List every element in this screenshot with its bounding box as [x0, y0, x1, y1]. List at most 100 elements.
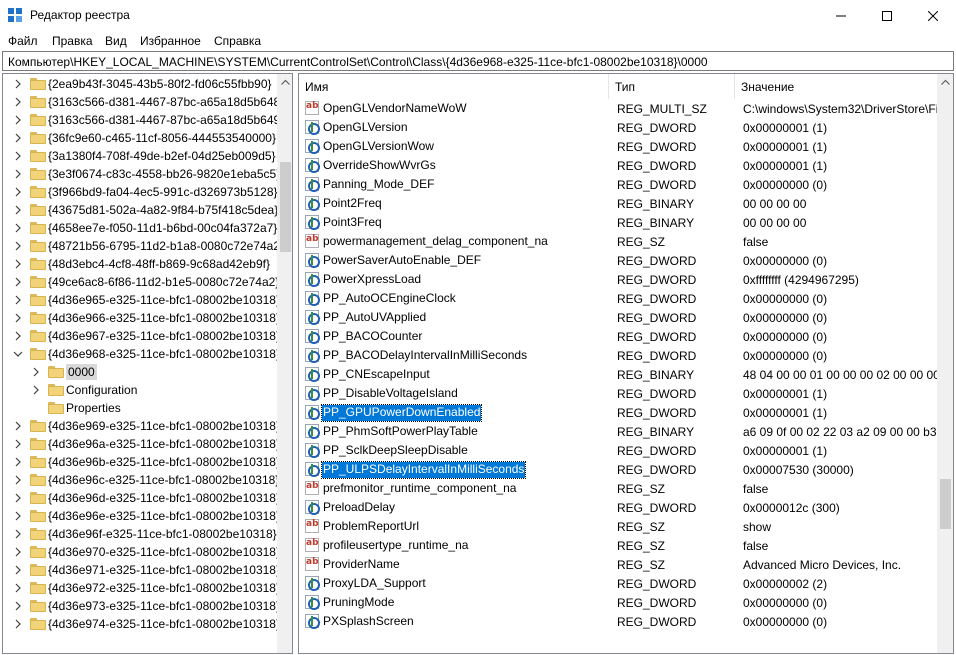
chevron-right-icon[interactable] [31, 385, 41, 395]
chevron-right-icon[interactable] [13, 439, 23, 449]
address-bar[interactable]: Компьютер\HKEY_LOCAL_MACHINE\SYSTEM\Curr… [2, 51, 954, 71]
tree-item[interactable]: {4658ee7e-f050-11d1-b6bd-00c04fa372a7} [3, 219, 277, 237]
chevron-right-icon[interactable] [13, 601, 23, 611]
menu-file[interactable]: Файл [8, 34, 38, 48]
value-row[interactable]: powermanagement_delag_component_na REG_SZ… [299, 232, 937, 251]
tree-item[interactable]: {4d36e973-e325-11ce-bfc1-08002be10318} [3, 597, 280, 615]
chevron-right-icon[interactable] [13, 79, 23, 89]
tree-item[interactable]: Properties [3, 399, 277, 417]
chevron-right-icon[interactable] [31, 367, 41, 377]
tree-item[interactable]: {4d36e971-e325-11ce-bfc1-08002be10318} [3, 561, 280, 579]
tree-item[interactable]: {4d36e968-e325-11ce-bfc1-08002be10318} [3, 345, 280, 363]
chevron-right-icon[interactable] [13, 583, 23, 593]
tree-item[interactable]: {4d36e96d-e325-11ce-bfc1-08002be10318} [3, 489, 280, 507]
title-bar[interactable]: Редактор реестра [0, 0, 956, 31]
column-header-data[interactable]: Значение [735, 74, 937, 99]
chevron-right-icon[interactable] [13, 259, 23, 269]
value-row[interactable]: PP_AutoUVApplied REG_DWORD 0x00000000 (0) [299, 308, 937, 327]
tree-item[interactable]: Configuration [3, 381, 277, 399]
tree-item[interactable]: {4d36e972-e325-11ce-bfc1-08002be10318} [3, 579, 280, 597]
value-row[interactable]: OpenGLVersionWow REG_DWORD 0x00000001 (1) [299, 137, 937, 156]
scroll-up-arrow-icon[interactable] [941, 79, 950, 85]
menu-edit[interactable]: Правка [52, 34, 93, 48]
value-row[interactable]: PP_GPUPowerDownEnabled REG_DWORD 0x0000000… [299, 403, 937, 422]
tree-item[interactable]: {49ce6ac8-6f86-11d2-b1e5-0080c72e74a2} [3, 273, 279, 291]
chevron-right-icon[interactable] [13, 133, 23, 143]
value-row[interactable]: OpenGLVendorNameWoW REG_MULTI_SZ C:\window… [299, 99, 938, 118]
tree-item[interactable]: {48721b56-6795-11d2-b1a8-0080c72e74a2} [3, 237, 284, 255]
chevron-right-icon[interactable] [13, 511, 23, 521]
value-row[interactable]: PP_DisableVoltageIsland REG_DWORD 0x000000… [299, 384, 937, 403]
menu-favorites[interactable]: Избранное [140, 34, 201, 48]
value-row[interactable]: Panning_Mode_DEF REG_DWORD 0x00000000 (0) [299, 175, 937, 194]
tree-item[interactable]: {3a1380f4-708f-49de-b2ef-04d25eb009d5} [3, 147, 277, 165]
tree-item[interactable]: {48d3ebc4-4cf8-48ff-b869-9c68ad42eb9f} [3, 255, 277, 273]
value-row[interactable]: ProxyLDA_Support REG_DWORD 0x00000002 (2) [299, 574, 937, 593]
tree-item[interactable]: {4d36e970-e325-11ce-bfc1-08002be10318} [3, 543, 280, 561]
chevron-right-icon[interactable] [13, 241, 23, 251]
close-button[interactable] [910, 0, 956, 31]
tree-item[interactable]: {3163c566-d381-4467-87bc-a65a18d5b649} [3, 111, 284, 129]
value-row[interactable]: PowerSaverAutoEnable_DEF REG_DWORD 0x00000… [299, 251, 937, 270]
value-row[interactable]: PruningMode REG_DWORD 0x00000000 (0) [299, 593, 937, 612]
minimize-button[interactable] [818, 0, 864, 31]
tree-item[interactable]: {3163c566-d381-4467-87bc-a65a18d5b648} [3, 93, 284, 111]
value-row[interactable]: PP_ULPSDelayIntervalInMilliSeconds REG_DW… [299, 460, 937, 479]
values-vertical-scrollbar[interactable] [937, 74, 953, 653]
tree-vertical-scrollbar[interactable] [277, 74, 292, 653]
tree-item[interactable]: {4d36e974-e325-11ce-bfc1-08002be10318} [3, 615, 280, 633]
value-row[interactable]: ProviderName REG_SZ Advanced Micro Devices… [299, 555, 937, 574]
chevron-right-icon[interactable] [13, 565, 23, 575]
value-row[interactable]: OverrideShowWvrGs REG_DWORD 0x00000001 (1) [299, 156, 937, 175]
chevron-right-icon[interactable] [13, 331, 23, 341]
value-row[interactable]: PP_AutoOCEngineClock REG_DWORD 0x00000000 … [299, 289, 937, 308]
tree-item[interactable]: {3f966bd9-fa04-4ec5-991c-d326973b5128} [3, 183, 278, 201]
tree-item[interactable]: {3e3f0674-c83c-4558-bb26-9820e1eba5c5} [3, 165, 280, 183]
tree-item[interactable]: {4d36e96c-e325-11ce-bfc1-08002be10318} [3, 471, 279, 489]
value-row[interactable]: PP_BACODelayIntervalInMilliSeconds REG_DW… [299, 346, 937, 365]
chevron-right-icon[interactable] [13, 169, 23, 179]
tree-item[interactable]: {4d36e96e-e325-11ce-bfc1-08002be10318} [3, 507, 280, 525]
menu-view[interactable]: Вид [105, 34, 127, 48]
tree-item[interactable]: {2ea9b43f-3045-43b5-80f2-fd06c55fbb90} [3, 75, 277, 93]
chevron-right-icon[interactable] [13, 115, 23, 125]
chevron-right-icon[interactable] [13, 295, 23, 305]
tree-item[interactable]: {4d36e96b-e325-11ce-bfc1-08002be10318} [3, 453, 280, 471]
value-row[interactable]: PP_BACOCounter REG_DWORD 0x00000000 (0) [299, 327, 937, 346]
column-header-name[interactable]: Имя [299, 74, 609, 99]
tree-item[interactable]: {43675d81-502a-4a82-9f84-b75f418c5dea} [3, 201, 278, 219]
chevron-right-icon[interactable] [13, 97, 23, 107]
chevron-right-icon[interactable] [13, 619, 23, 629]
chevron-right-icon[interactable] [13, 529, 23, 539]
value-row[interactable]: Point3Freq REG_BINARY 00 00 00 00 [299, 213, 937, 232]
value-row[interactable]: ProblemReportUrl REG_SZ show [299, 517, 937, 536]
value-row[interactable]: PP_SclkDeepSleepDisable REG_DWORD 0x000000… [299, 441, 937, 460]
value-row[interactable]: profileusertype_runtime_na REG_SZ false [299, 536, 937, 555]
chevron-right-icon[interactable] [13, 277, 23, 287]
scroll-up-arrow-icon[interactable] [281, 79, 290, 85]
key-tree-pane[interactable]: {2ea9b43f-3045-43b5-80f2-fd06c55fbb90} {3… [2, 73, 293, 654]
tree-item[interactable]: {4d36e96f-e325-11ce-bfc1-08002be10318} [3, 525, 277, 543]
column-header-type[interactable]: Тип [609, 74, 735, 99]
chevron-down-icon[interactable] [13, 349, 23, 359]
value-row[interactable]: PreloadDelay REG_DWORD 0x0000012c (300) [299, 498, 937, 517]
chevron-right-icon[interactable] [13, 421, 23, 431]
tree-item[interactable]: {4d36e96a-e325-11ce-bfc1-08002be10318} [3, 435, 280, 453]
chevron-right-icon[interactable] [13, 475, 23, 485]
chevron-right-icon[interactable] [13, 151, 23, 161]
value-row[interactable]: PowerXpressLoad REG_DWORD 0xffffffff (4294… [299, 270, 937, 289]
tree-scrollbar-thumb[interactable] [280, 162, 291, 252]
value-row[interactable]: PP_CNEscapeInput REG_BINARY 48 04 00 00 01… [299, 365, 953, 384]
chevron-right-icon[interactable] [13, 457, 23, 467]
value-row[interactable]: prefmonitor_runtime_component_na REG_SZ fa… [299, 479, 937, 498]
tree-item[interactable]: {36fc9e60-c465-11cf-8056-444553540000} [3, 129, 277, 147]
chevron-right-icon[interactable] [13, 313, 23, 323]
tree-item[interactable]: 0000 [3, 363, 277, 381]
maximize-button[interactable] [864, 0, 910, 31]
chevron-right-icon[interactable] [13, 547, 23, 557]
values-scrollbar-thumb[interactable] [940, 479, 951, 529]
tree-item[interactable]: {4d36e965-e325-11ce-bfc1-08002be10318} [3, 291, 280, 309]
chevron-right-icon[interactable] [13, 187, 23, 197]
values-pane[interactable]: Имя Тип Значение OpenGLVendorNameWoW REG_… [298, 73, 954, 654]
tree-item[interactable]: {4d36e967-e325-11ce-bfc1-08002be10318} [3, 327, 280, 345]
